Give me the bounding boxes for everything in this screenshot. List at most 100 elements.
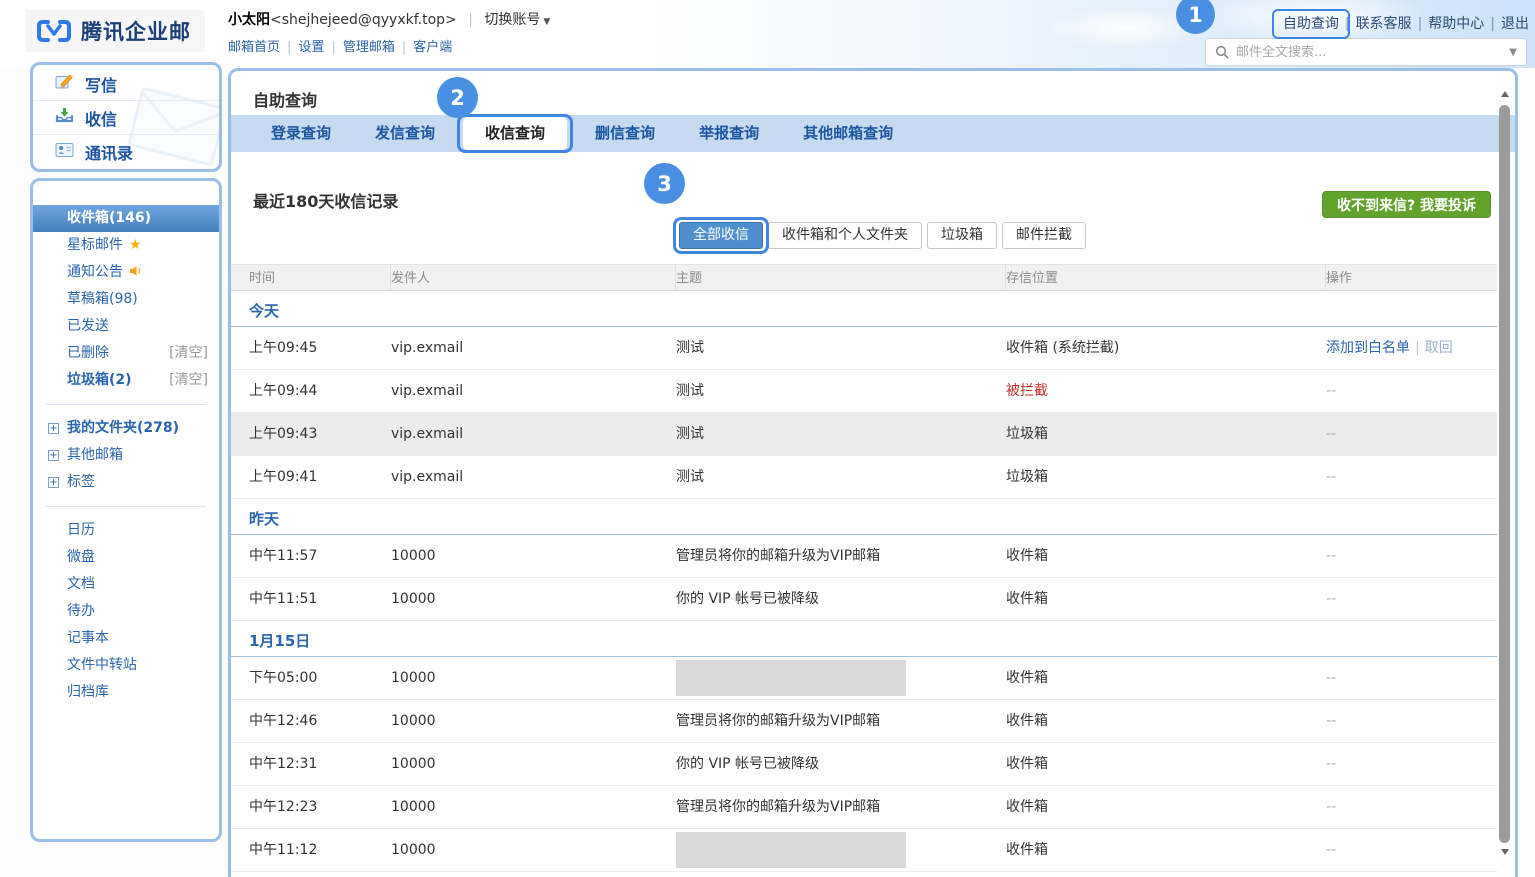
table-row[interactable]: 中午12:4610000管理员将你的邮箱升级为VIP邮箱收件箱-- [231, 700, 1497, 743]
divider: | [395, 40, 413, 55]
cell-actions: -- [1326, 743, 1497, 785]
sidebar-folder-item[interactable]: 待办 [33, 598, 219, 625]
filter-button[interactable]: 垃圾箱 [927, 222, 997, 249]
sidebar-folder-item[interactable]: 微盘 [33, 544, 219, 571]
sidebar-action-receive[interactable]: 收信 [33, 101, 219, 135]
cell-actions: 添加到白名单|取回 [1326, 327, 1497, 369]
sidebar-folder-item[interactable]: 通知公告 [33, 259, 219, 286]
sidebar-folder-item[interactable]: 日历 [33, 517, 219, 544]
sidebar-folder-item[interactable]: 文件中转站 [33, 652, 219, 679]
sidebar-folder-item[interactable]: 归档库 [33, 679, 219, 706]
expand-icon[interactable]: + [48, 477, 59, 488]
cell-subject: 测试 [676, 327, 1006, 369]
empty-folder-link[interactable]: [清空] [169, 367, 208, 394]
table-row[interactable]: 上午09:41vip.exmail测试垃圾箱-- [231, 456, 1497, 499]
table-row[interactable]: 中午11:5110000你的 VIP 帐号已被降级收件箱-- [231, 578, 1497, 621]
search-input[interactable] [1236, 45, 1502, 60]
switch-account-link[interactable]: 切换账号▼ [484, 12, 550, 28]
topbar-link-self-service[interactable]: 自助查询 [1283, 16, 1339, 32]
search-icon [1215, 45, 1229, 59]
empty-folder-link[interactable]: [清空] [169, 340, 208, 367]
scroll-down-arrow[interactable] [1501, 849, 1509, 855]
sidebar-folder-inbox[interactable]: 收件箱(146) [33, 205, 219, 232]
sidebar-folder-item[interactable]: 已删除[清空] [33, 340, 219, 367]
cell-location: 垃圾箱 [1006, 413, 1326, 455]
topbar-link[interactable]: 退出 [1501, 16, 1529, 32]
no-action-placeholder: -- [1326, 842, 1336, 858]
scroll-up-arrow[interactable] [1501, 91, 1509, 97]
callout-2: 2 [437, 77, 478, 118]
cell-actions: -- [1326, 700, 1497, 742]
sidebar-folder-item[interactable]: 已发送 [33, 313, 219, 340]
table-row[interactable]: 上午09:45vip.exmail测试收件箱 (系统拦截)添加到白名单|取回 [231, 327, 1497, 370]
cell-time: 中午11:51 [231, 578, 391, 620]
cell-location: 收件箱 [1006, 578, 1326, 620]
table-row[interactable]: 下午05:0010000收件箱-- [231, 657, 1497, 700]
table-row[interactable]: 中午11:1210000收件箱-- [231, 829, 1497, 872]
filter-button[interactable]: 收件箱和个人文件夹 [768, 222, 922, 249]
tab[interactable]: 发信查询 [353, 115, 457, 152]
cell-sender: vip.exmail [391, 327, 676, 369]
expand-icon[interactable]: + [48, 423, 59, 434]
no-action-placeholder: -- [1326, 469, 1336, 485]
cell-location: 收件箱 [1006, 786, 1326, 828]
complaint-button[interactable]: 收不到来信? 我要投诉 [1322, 191, 1491, 218]
table-row[interactable]: 中午11:5710000管理员将你的邮箱升级为VIP邮箱收件箱-- [231, 535, 1497, 578]
scrollbar[interactable] [1498, 89, 1512, 877]
header-nav-link[interactable]: 客户端 [413, 40, 452, 55]
no-action-placeholder: -- [1326, 756, 1336, 772]
divider: | [1412, 16, 1429, 32]
page-title: 自助查询 [253, 87, 317, 111]
sidebar-folder-item[interactable]: 垃圾箱(2)[清空] [33, 367, 219, 394]
column-header: 主题 [676, 265, 1006, 290]
header-nav-link[interactable]: 邮箱首页 [228, 40, 280, 55]
table-row[interactable]: 上午09:43vip.exmail测试垃圾箱-- [231, 413, 1497, 456]
action-link[interactable]: 取回 [1425, 340, 1453, 356]
tab[interactable]: 登录查询 [249, 115, 353, 152]
table-row[interactable]: 中午12:2310000管理员将你的邮箱升级为VIP邮箱收件箱-- [231, 786, 1497, 829]
divider: | [461, 12, 480, 28]
filter-all-mail[interactable]: 全部收信 [679, 222, 763, 249]
sidebar-folder-label: 已发送 [67, 318, 109, 334]
cell-sender: vip.exmail [391, 370, 676, 412]
cell-time: 下午05:00 [231, 657, 391, 699]
filter-button[interactable]: 邮件拦截 [1002, 222, 1086, 249]
sidebar-actions-panel: 写信收信通讯录 [30, 62, 222, 172]
cell-actions: -- [1326, 413, 1497, 455]
sidebar-action-compose[interactable]: 写信 [33, 67, 219, 101]
scrollbar-thumb[interactable] [1499, 105, 1510, 843]
table-header: 时间发件人主题存信位置操作 [231, 264, 1497, 291]
user-name: 小太阳 [228, 12, 270, 28]
sidebar-action-contacts[interactable]: 通讯录 [33, 135, 219, 169]
sidebar-folder-item[interactable]: 草稿箱(98) [33, 286, 219, 313]
search-dropdown-arrow[interactable]: ▼ [1509, 47, 1517, 58]
divider: | [1410, 340, 1425, 356]
topbar-link[interactable]: 帮助中心 [1428, 16, 1484, 32]
action-link[interactable]: 添加到白名单 [1326, 340, 1410, 356]
cell-actions: -- [1326, 370, 1497, 412]
expand-icon[interactable]: + [48, 450, 59, 461]
tab-receive-query[interactable]: 收信查询 [463, 117, 567, 150]
sidebar-folder-label: 文件中转站 [67, 657, 137, 673]
search-box[interactable]: ▼ [1205, 38, 1527, 66]
cell-sender: vip.exmail [391, 456, 676, 498]
speaker-icon [129, 265, 143, 277]
tab[interactable]: 其他邮箱查询 [781, 115, 915, 152]
sidebar-folder-item[interactable]: 记事本 [33, 625, 219, 652]
sidebar-folder-item[interactable]: +其他邮箱 [33, 442, 219, 469]
table-row[interactable]: 上午09:44vip.exmail测试被拦截-- [231, 370, 1497, 413]
cell-location: 收件箱 [1006, 829, 1326, 871]
tab[interactable]: 删信查询 [573, 115, 677, 152]
no-action-placeholder: -- [1326, 426, 1336, 442]
tab[interactable]: 举报查询 [677, 115, 781, 152]
header-nav-link[interactable]: 管理邮箱 [343, 40, 395, 55]
header-nav-link[interactable]: 设置 [298, 40, 324, 55]
sidebar-folder-item[interactable]: 星标邮件★ [33, 232, 219, 259]
sidebar-folder-item[interactable]: +我的文件夹(278) [33, 415, 219, 442]
topbar-link[interactable]: 联系客服 [1356, 16, 1412, 32]
callout-3: 3 [644, 163, 685, 204]
sidebar-folder-item[interactable]: 文档 [33, 571, 219, 598]
table-row[interactable]: 中午12:3110000你的 VIP 帐号已被降级收件箱-- [231, 743, 1497, 786]
sidebar-folder-item[interactable]: +标签 [33, 469, 219, 496]
column-header: 时间 [231, 265, 391, 290]
